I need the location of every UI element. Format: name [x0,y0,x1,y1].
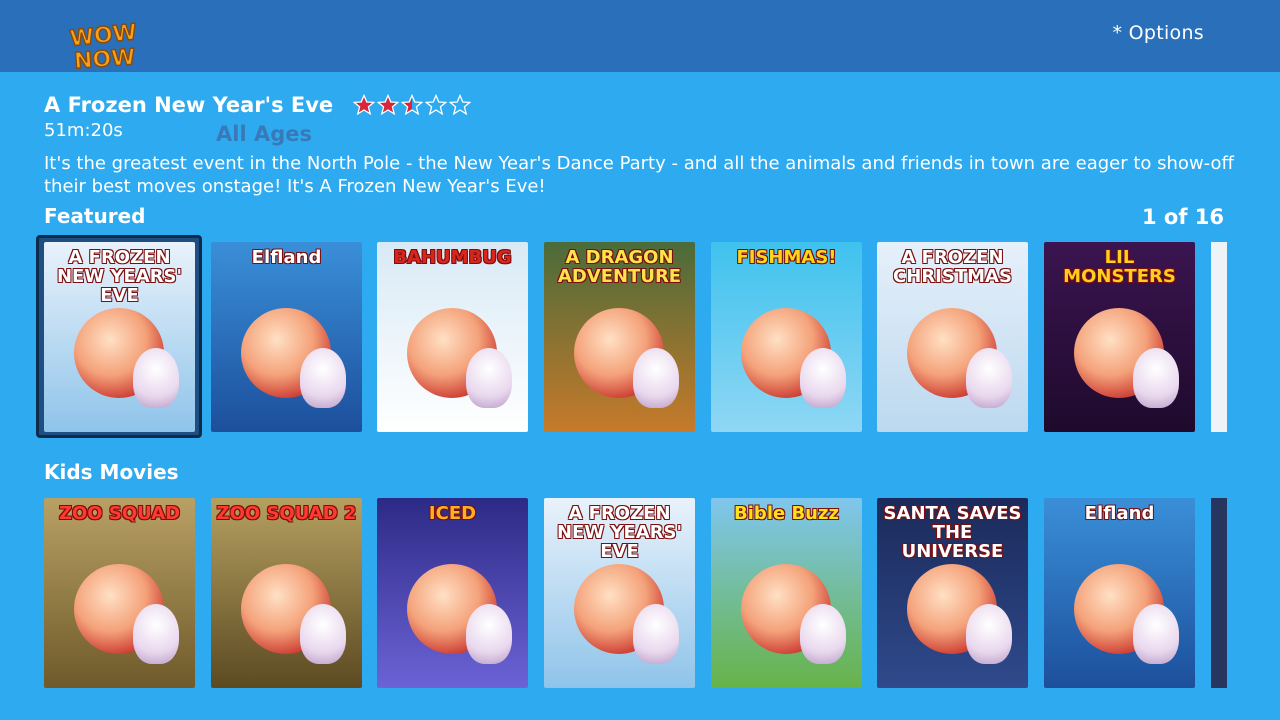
poster-character [1133,604,1179,664]
movie-duration: 51m:20s [44,120,123,141]
star-icon [424,93,448,116]
poster-title: A FROZEN CHRISTMAS [893,247,1012,287]
movie-poster[interactable]: Bible Buzz [711,498,862,688]
movie-poster[interactable]: A DRAGON ADVENTURE [544,242,695,432]
poster-title: SANTA SAVES THE UNIVERSE [883,503,1022,562]
poster-character [966,348,1012,408]
poster-title: Bible Buzz [734,503,839,524]
poster-title: ZOO SQUAD 2 [216,503,357,524]
movie-poster[interactable]: FISHMAS! [711,242,862,432]
poster-character [633,604,679,664]
poster-character [133,604,179,664]
movie-poster[interactable]: Elfland [1044,498,1195,688]
movie-poster[interactable]: LIL MONSTERS [1044,242,1195,432]
poster-character [633,348,679,408]
movie-poster[interactable]: SANTA SAVES THE UNIVERSE [877,498,1028,688]
top-bar: WOW NOW * Options [0,0,1280,75]
movie-poster[interactable]: A FROZEN NEW YEARS' EVE [44,242,195,432]
poster-character [1133,348,1179,408]
star-rating [352,93,472,116]
poster-title: Elfland [251,247,322,268]
star-icon [400,93,424,116]
poster-title: A FROZEN NEW YEARS' EVE [556,503,683,562]
poster-character [800,348,846,408]
poster-character [800,604,846,664]
poster-title: ZOO SQUAD [58,503,181,524]
movie-title: A Frozen New Year's Eve [44,93,334,117]
poster-title: ICED [428,503,477,524]
poster-title: BAHUMBUG [393,247,512,268]
poster-character [466,604,512,664]
poster-title: A DRAGON ADVENTURE [557,247,682,287]
star-icon [448,93,472,116]
next-poster-peek [1211,498,1227,688]
svg-text:NOW: NOW [73,45,136,72]
next-poster-peek [1211,242,1227,432]
movie-poster[interactable]: ZOO SQUAD 2 [211,498,362,688]
poster-character [133,348,179,408]
movie-details: A Frozen New Year's Eve 51m:20s All Ages… [44,90,1244,198]
row-label-featured: Featured [44,204,146,228]
poster-character [300,348,346,408]
poster-title: FISHMAS! [736,247,837,268]
row-position-counter: 1 of 16 [1141,205,1224,229]
age-rating: All Ages [216,122,312,146]
movie-poster[interactable]: BAHUMBUG [377,242,528,432]
movie-poster[interactable]: A FROZEN CHRISTMAS [877,242,1028,432]
movie-poster[interactable]: ICED [377,498,528,688]
poster-character [966,604,1012,664]
star-icon [352,93,376,116]
wow-now-logo: WOW NOW [68,18,148,75]
poster-character [466,348,512,408]
movie-poster[interactable]: A FROZEN NEW YEARS' EVE [544,498,695,688]
poster-title: Elfland [1084,503,1155,524]
poster-title: LIL MONSTERS [1063,247,1176,287]
row-label-kids-movies: Kids Movies [44,460,179,484]
star-icon [376,93,400,116]
movie-poster[interactable]: ZOO SQUAD [44,498,195,688]
kids-movies-row: ZOO SQUAD ZOO SQUAD 2 ICED A FROZEN NEW YEA… [0,498,1280,690]
featured-row: A FROZEN NEW YEARS' EVE Elfland BAHUMBUG A … [0,242,1280,434]
movie-poster[interactable]: Elfland [211,242,362,432]
poster-character [300,604,346,664]
options-button[interactable]: * Options [1112,22,1204,44]
poster-title: A FROZEN NEW YEARS' EVE [56,247,183,306]
movie-description: It's the greatest event in the North Pol… [44,153,1234,197]
